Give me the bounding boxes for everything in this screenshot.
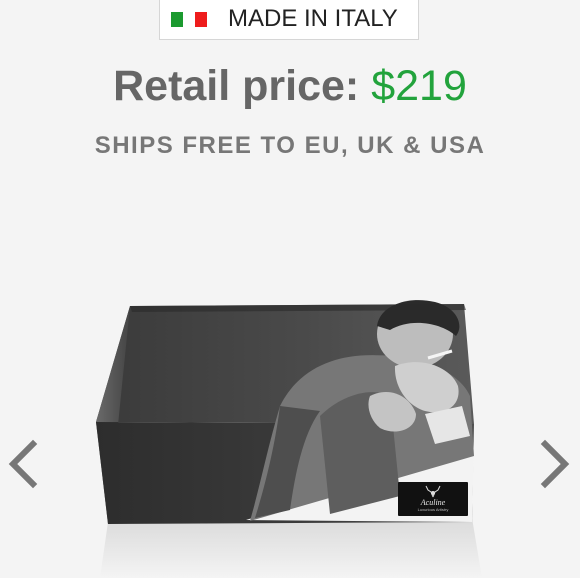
logo-tagline: Luxurious Artistry: [417, 507, 449, 512]
made-in-italy-badge: MADE IN ITALY: [159, 0, 419, 40]
carousel-prev-button[interactable]: [6, 438, 40, 495]
stag-logo-icon: [425, 485, 441, 498]
brand-logo: Aculine Luxurious Artistry: [398, 482, 468, 516]
product-box-image: [96, 300, 482, 578]
price-label: Retail price:: [113, 62, 360, 110]
logo-name: Aculine: [420, 498, 446, 507]
origin-text: MADE IN ITALY: [228, 5, 398, 32]
chevron-left-icon: [8, 439, 38, 489]
shipping-note: SHIPS FREE TO EU, UK & USA: [94, 132, 486, 159]
carousel-next-button[interactable]: [538, 438, 572, 495]
italy-flag-icon: [171, 11, 207, 27]
price-amount: $219: [371, 62, 467, 110]
chevron-right-icon: [540, 439, 570, 489]
retail-price: Retail price: $219: [0, 62, 580, 111]
